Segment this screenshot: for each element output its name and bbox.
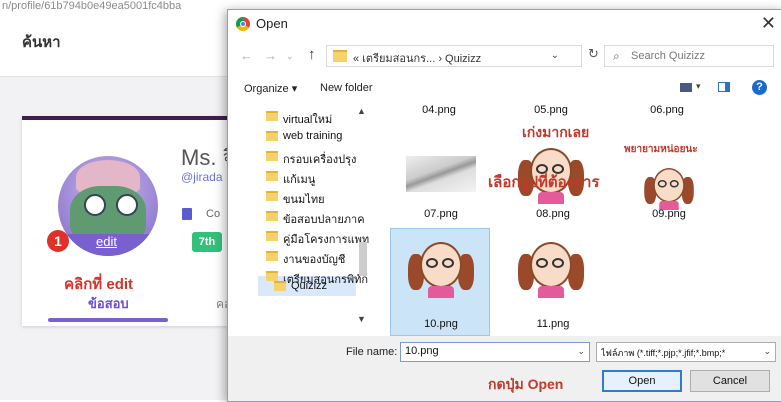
girl-thumbnail[interactable] bbox=[516, 234, 586, 298]
folder-icon bbox=[266, 151, 278, 161]
file-name[interactable]: 06.png bbox=[622, 104, 712, 116]
open-button[interactable]: Open bbox=[602, 370, 682, 392]
folder-icon bbox=[266, 211, 278, 221]
address-bar[interactable]: « เตรียมสอนกร... › Quizizz ⌄ bbox=[326, 45, 582, 67]
search-icon: ⌕ bbox=[613, 49, 620, 63]
navigation-bar: ← → ⌄ ↑ « เตรียมสอนกร... › Quizizz ⌄ ↻ ⌕… bbox=[228, 40, 781, 72]
organize-button[interactable]: Organize ▾ bbox=[244, 82, 297, 95]
chevron-down-icon[interactable]: ⌄ bbox=[763, 346, 771, 357]
forward-arrow-icon[interactable]: → bbox=[264, 48, 277, 63]
address-chevron-icon[interactable]: ⌄ bbox=[551, 50, 559, 61]
file-name-input[interactable]: 10.png ⌄ bbox=[400, 342, 590, 362]
folder-icon bbox=[266, 191, 278, 201]
file-name[interactable]: 10.png bbox=[396, 318, 486, 330]
chevron-down-icon[interactable]: ⌄ bbox=[577, 346, 585, 357]
folder-icon bbox=[266, 171, 278, 181]
folder-icon bbox=[266, 131, 278, 141]
file-name[interactable]: 04.png bbox=[394, 104, 484, 116]
girl-body bbox=[538, 286, 564, 298]
dialog-title: Open bbox=[256, 16, 288, 31]
up-arrow-icon[interactable]: ↑ bbox=[308, 46, 316, 63]
new-folder-button[interactable]: New folder bbox=[320, 82, 373, 94]
glasses-icon bbox=[426, 258, 456, 268]
avatar-eye-right bbox=[116, 194, 138, 216]
cancel-button[interactable]: Cancel bbox=[690, 370, 770, 392]
tree-scroll-up-icon[interactable]: ▲ bbox=[357, 106, 366, 116]
open-dialog: Open ✕ ← → ⌄ ↑ « เตรียมสอนกร... › Quiziz… bbox=[227, 9, 781, 402]
tab-exams[interactable]: ข้อสอบ bbox=[88, 293, 129, 314]
tree-item[interactable]: virtualใหม่ bbox=[266, 108, 366, 128]
grade-badge: 7th bbox=[192, 232, 222, 252]
tools-thumbnail[interactable] bbox=[406, 156, 476, 192]
file-list: 04.png 05.png 06.png เก่งมากเลย พยายามหน… bbox=[376, 104, 781, 336]
folder-icon bbox=[266, 111, 278, 121]
girl-thumbnail[interactable] bbox=[643, 162, 696, 210]
back-arrow-icon[interactable]: ← bbox=[240, 48, 253, 63]
avatar-eye-left bbox=[84, 194, 106, 216]
tree-item[interactable]: คู่มือโครงการแพท bbox=[266, 228, 369, 248]
preview-pane-icon[interactable] bbox=[718, 82, 730, 92]
file-name-label: File name: bbox=[346, 346, 398, 358]
file-name[interactable]: 07.png bbox=[396, 208, 486, 220]
search-input[interactable]: ⌕ Search Quizizz bbox=[604, 45, 774, 67]
dialog-footer: File name: 10.png ⌄ ไฟล์ภาพ (*.tiff;*.pj… bbox=[228, 336, 781, 401]
tree-scrollbar[interactable] bbox=[359, 242, 367, 276]
dialog-titlebar: Open ✕ bbox=[228, 10, 781, 38]
girl-body bbox=[428, 286, 454, 298]
dialog-toolbar: Organize ▾ New folder ▾ ? bbox=[228, 76, 781, 100]
annotation-press-open: กดปุ่ม Open bbox=[488, 376, 564, 392]
tree-item[interactable]: กรอบเครื่องปรุง bbox=[266, 148, 366, 168]
folder-icon bbox=[266, 231, 278, 241]
folder-tree: virtualใหม่ web training กรอบเครื่องปรุง… bbox=[228, 104, 372, 336]
search-heading: ค้นหา bbox=[22, 34, 61, 51]
book-icon bbox=[182, 208, 192, 220]
close-icon[interactable]: ✕ bbox=[761, 13, 776, 34]
chrome-icon bbox=[236, 17, 250, 31]
glasses-icon bbox=[536, 258, 566, 268]
file-name[interactable]: 05.png bbox=[506, 104, 596, 116]
tree-scroll-down-icon[interactable]: ▼ bbox=[357, 314, 366, 324]
tree-item[interactable]: งานของบัญชี bbox=[266, 248, 366, 268]
tree-item[interactable]: ขนมไทย bbox=[266, 188, 366, 208]
tree-item-quizizz[interactable]: Quizizz bbox=[274, 278, 372, 298]
step-badge: 1 bbox=[47, 230, 69, 252]
tree-item[interactable]: web training bbox=[266, 128, 366, 148]
course-text: Co bbox=[206, 208, 221, 220]
tree-item[interactable]: แก้เมนู bbox=[266, 168, 366, 188]
annotation-choose-picture: เลือกรูปที่ต้องการ bbox=[488, 174, 600, 191]
tree-item[interactable]: ข้อสอบปลายภาค bbox=[266, 208, 366, 228]
refresh-icon[interactable]: ↻ bbox=[588, 46, 599, 62]
folder-icon bbox=[274, 281, 286, 291]
folder-icon bbox=[266, 251, 278, 261]
file-type-select[interactable]: ไฟล์ภาพ (*.tiff;*.pjp;*.jfif;*.bmp;* ⌄ bbox=[596, 342, 776, 362]
address-path: « เตรียมสอนกร... › Quizizz bbox=[353, 53, 482, 65]
profile-handle: @jirada bbox=[181, 170, 223, 184]
folder-icon bbox=[333, 50, 347, 62]
view-options-icon[interactable] bbox=[680, 83, 692, 92]
file-name[interactable]: 08.png bbox=[508, 208, 598, 220]
glasses-icon bbox=[657, 180, 681, 188]
girl-thumbnail[interactable] bbox=[406, 234, 476, 298]
help-icon[interactable]: ? bbox=[752, 80, 767, 95]
search-placeholder: Search Quizizz bbox=[631, 50, 705, 62]
edit-link[interactable]: edit bbox=[96, 234, 117, 249]
file-name-value: 10.png bbox=[405, 345, 439, 357]
recent-chevron-icon[interactable]: ⌄ bbox=[286, 51, 294, 62]
tab-underline bbox=[48, 318, 168, 322]
file-caption: พยายามหน่อยนะ bbox=[624, 144, 698, 155]
file-type-value: ไฟล์ภาพ (*.tiff;*.pjp;*.jfif;*.bmp;* bbox=[601, 348, 726, 358]
view-chevron-icon[interactable]: ▾ bbox=[696, 81, 701, 92]
file-name[interactable]: 11.png bbox=[508, 318, 598, 330]
file-name[interactable]: 09.png bbox=[624, 208, 714, 220]
